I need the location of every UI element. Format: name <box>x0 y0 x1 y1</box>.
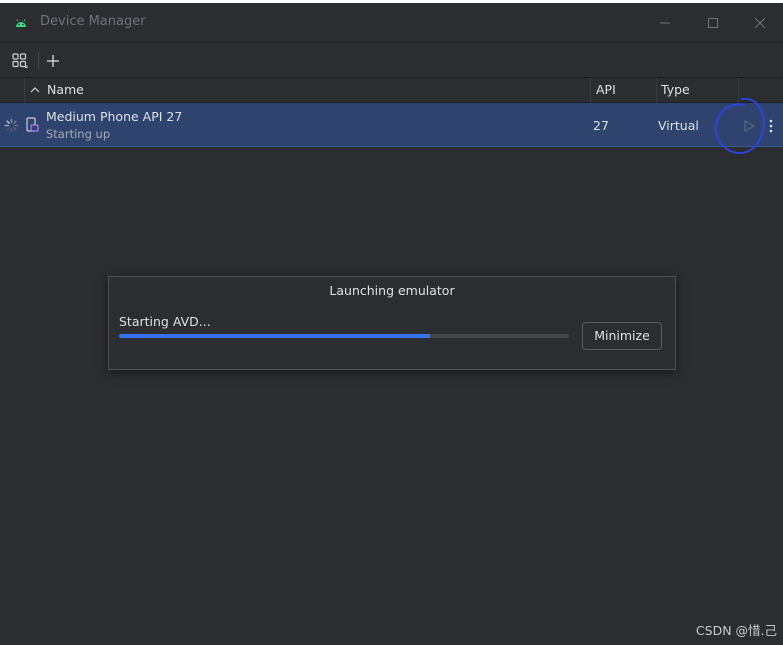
progress-fill <box>119 334 430 338</box>
device-type: Virtual <box>658 118 699 133</box>
device-grid-button[interactable] <box>8 49 32 73</box>
minimize-icon <box>660 22 670 24</box>
add-device-button[interactable] <box>41 49 65 73</box>
table-row[interactable]: Medium Phone API 27 Starting up 27 Virtu… <box>0 103 783 147</box>
chevron-up-icon[interactable] <box>30 86 40 94</box>
device-grid-icon <box>12 53 28 68</box>
add-icon <box>47 55 59 67</box>
column-header-name[interactable]: Name <box>47 78 84 103</box>
column-divider[interactable] <box>590 78 591 103</box>
column-divider <box>24 78 25 103</box>
minimize-button[interactable]: Minimize <box>582 322 662 350</box>
window-title: Device Manager <box>40 14 146 29</box>
dialog-status: Starting AVD... <box>119 314 211 329</box>
maximize-icon <box>708 18 718 28</box>
table-header: Name API Type <box>0 78 783 103</box>
column-header-api[interactable]: API <box>596 78 616 103</box>
minimize-window-button[interactable] <box>642 3 688 43</box>
spinner-icon <box>4 118 19 133</box>
launching-dialog: Launching emulator Starting AVD... Minim… <box>108 276 676 370</box>
device-name: Medium Phone API 27 <box>46 109 183 124</box>
android-icon <box>16 19 26 27</box>
column-divider[interactable] <box>656 78 657 103</box>
toolbar <box>0 43 783 78</box>
watermark: CSDN @惜.己 <box>695 623 777 638</box>
phone-icon <box>26 117 39 132</box>
close-window-button[interactable] <box>737 3 783 43</box>
device-status: Starting up <box>46 127 111 141</box>
device-manager-window: Device Manager Name API Type Medium Phon… <box>0 3 783 645</box>
device-api: 27 <box>593 118 609 133</box>
hand-drawn-circle-annotation <box>714 97 765 154</box>
column-header-type[interactable]: Type <box>661 78 690 103</box>
maximize-window-button[interactable] <box>690 3 736 43</box>
progress-bar <box>119 334 569 338</box>
close-icon <box>754 17 766 29</box>
title-bar[interactable]: Device Manager <box>0 3 783 43</box>
device-list-area <box>0 147 783 645</box>
toolbar-divider <box>38 52 39 70</box>
dialog-title: Launching emulator <box>329 283 455 298</box>
